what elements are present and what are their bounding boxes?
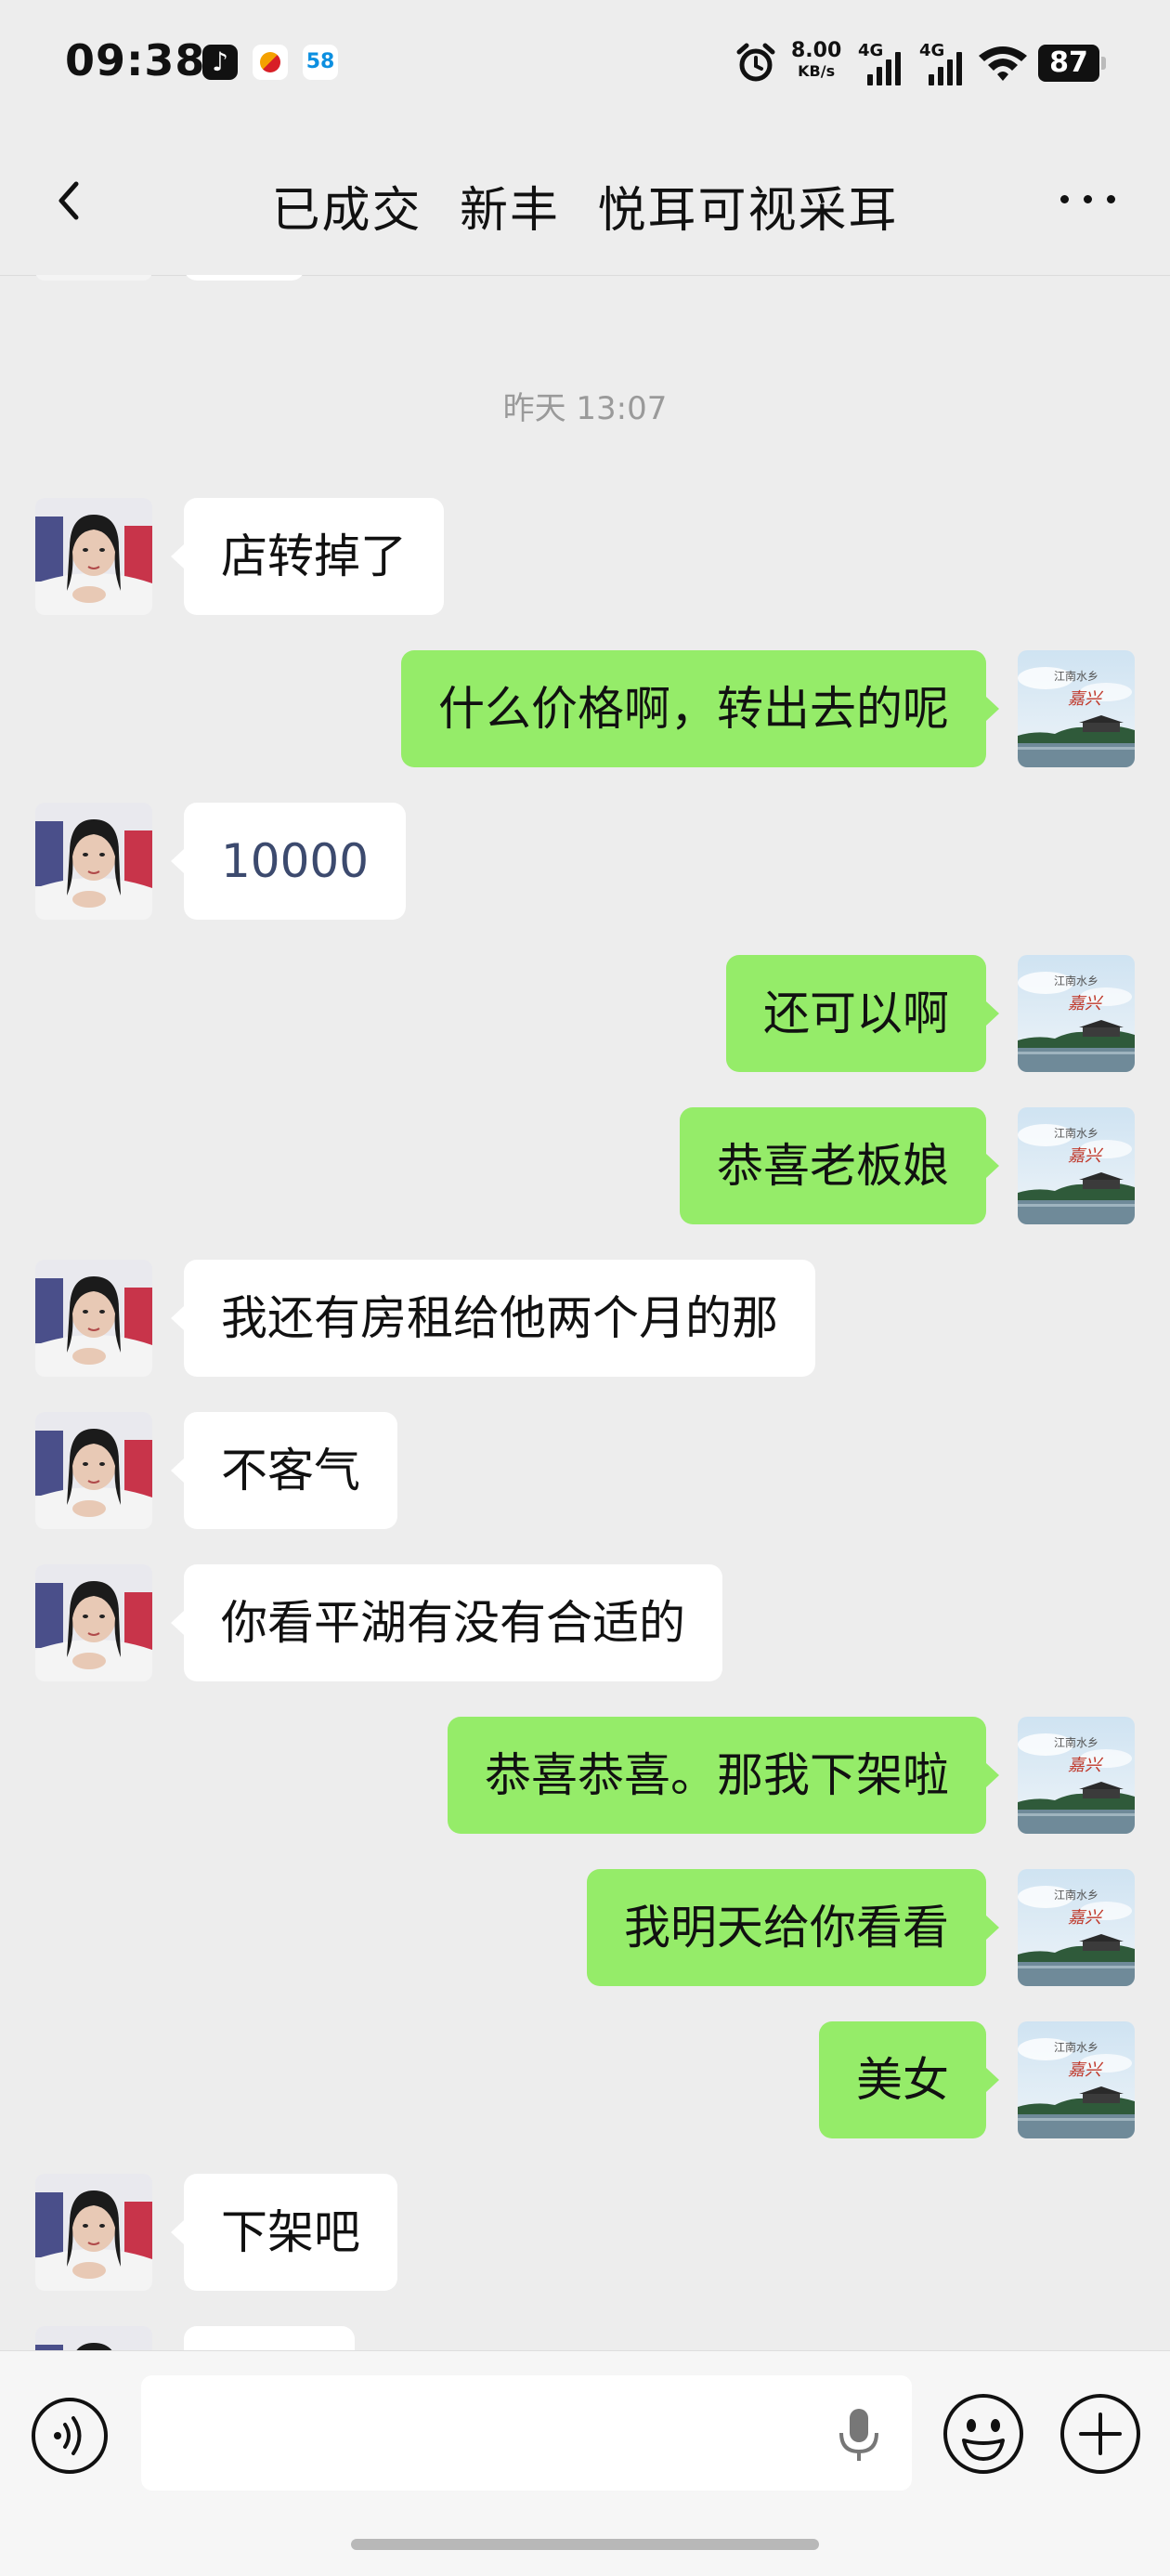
network-speed-unit: KB/s bbox=[798, 62, 836, 80]
signal-icon: 4G bbox=[858, 41, 906, 85]
contact-avatar[interactable] bbox=[35, 1260, 152, 1377]
message-bubble[interactable] bbox=[184, 2326, 355, 2350]
message-row: 美女 bbox=[0, 2021, 1170, 2138]
message-row: 恭喜恭喜。那我下架啦 bbox=[0, 1717, 1170, 1834]
chat-header: 已成交 新丰 悦耳可视采耳 bbox=[0, 130, 1170, 276]
contact-avatar[interactable] bbox=[35, 803, 152, 920]
signal-icon: 4G bbox=[919, 41, 968, 85]
self-avatar[interactable] bbox=[1018, 2021, 1135, 2138]
self-avatar[interactable] bbox=[1018, 1717, 1135, 1834]
message-row: 下架吧 bbox=[0, 2174, 1170, 2291]
self-avatar[interactable] bbox=[1018, 1869, 1135, 1986]
message-bubble[interactable]: 还可以啊 bbox=[726, 955, 999, 1072]
message-row: 10000 bbox=[0, 803, 1170, 920]
58-icon: 58 bbox=[303, 45, 338, 80]
message-row: 我明天给你看看 bbox=[0, 1869, 1170, 1986]
network-type: 4G bbox=[919, 41, 945, 60]
message-bubble[interactable] bbox=[184, 275, 305, 281]
network-speed: 8.00 KB/s bbox=[791, 41, 841, 82]
message-row: 什么价格啊，转出去的呢 bbox=[0, 650, 1170, 767]
message-row: 店转掉了 bbox=[0, 498, 1170, 615]
status-bar: 09:38 ♪ 58 8.00 KB/s 4G 4G 87 bbox=[0, 0, 1170, 130]
contact-avatar[interactable] bbox=[35, 2174, 152, 2291]
message-bubble[interactable]: 店转掉了 bbox=[171, 498, 444, 615]
message-row: 还可以啊 bbox=[0, 955, 1170, 1072]
message-row bbox=[0, 2326, 1170, 2350]
self-avatar[interactable] bbox=[1018, 650, 1135, 767]
message-bubble[interactable]: 什么价格啊，转出去的呢 bbox=[401, 650, 999, 767]
home-indicator[interactable] bbox=[351, 2539, 819, 2550]
message-bubble[interactable]: 我还有房租给他两个月的那 bbox=[171, 1260, 815, 1377]
message-bubble[interactable]: 我明天给你看看 bbox=[587, 1869, 999, 1986]
tiktok-icon: ♪ bbox=[202, 45, 238, 80]
contact-avatar[interactable] bbox=[35, 1564, 152, 1681]
message-bubble[interactable]: 不客气 bbox=[171, 1412, 397, 1529]
app-icon bbox=[253, 45, 288, 80]
emoji-button[interactable] bbox=[942, 2392, 1025, 2476]
message-bubble[interactable]: 你看平湖有没有合适的 bbox=[171, 1564, 722, 1681]
microphone-icon[interactable] bbox=[834, 2405, 884, 2465]
message-bubble[interactable]: 美女 bbox=[819, 2021, 999, 2138]
message-row: 我还有房租给他两个月的那 bbox=[0, 1260, 1170, 1377]
message-row: 恭喜老板娘 bbox=[0, 1107, 1170, 1224]
message-input[interactable] bbox=[141, 2375, 912, 2491]
self-avatar[interactable] bbox=[1018, 955, 1135, 1072]
message-bubble[interactable]: 恭喜恭喜。那我下架啦 bbox=[448, 1717, 999, 1834]
alarm-icon bbox=[736, 43, 775, 82]
contact-avatar[interactable] bbox=[35, 498, 152, 615]
plus-button[interactable] bbox=[1059, 2392, 1142, 2476]
contact-avatar[interactable] bbox=[35, 1412, 152, 1529]
message-row: 不客气 bbox=[0, 1412, 1170, 1529]
network-type: 4G bbox=[858, 41, 884, 60]
wifi-icon bbox=[979, 46, 1027, 81]
voice-button[interactable] bbox=[30, 2396, 110, 2476]
network-speed-value: 8.00 bbox=[791, 39, 842, 62]
message-list[interactable]: 昨天 13:07 店转掉了 什么价格啊，转出去的呢 10000 还可以啊 恭喜老… bbox=[0, 275, 1170, 2350]
battery-indicator: 87 bbox=[1038, 45, 1106, 82]
message-row: 你看平湖有没有合适的 bbox=[0, 1564, 1170, 1681]
self-avatar[interactable] bbox=[1018, 1107, 1135, 1224]
message-timestamp: 昨天 13:07 bbox=[502, 390, 668, 427]
contact-avatar[interactable] bbox=[35, 275, 152, 281]
message-bubble[interactable]: 恭喜老板娘 bbox=[680, 1107, 999, 1224]
status-time: 09:38 bbox=[65, 35, 206, 85]
message-row bbox=[0, 275, 1170, 281]
contact-avatar[interactable] bbox=[35, 2326, 152, 2350]
more-button[interactable] bbox=[1059, 186, 1118, 214]
chat-title: 已成交 新丰 悦耳可视采耳 bbox=[271, 183, 899, 239]
message-bubble[interactable]: 10000 bbox=[170, 803, 407, 920]
message-bubble[interactable]: 下架吧 bbox=[171, 2174, 397, 2291]
